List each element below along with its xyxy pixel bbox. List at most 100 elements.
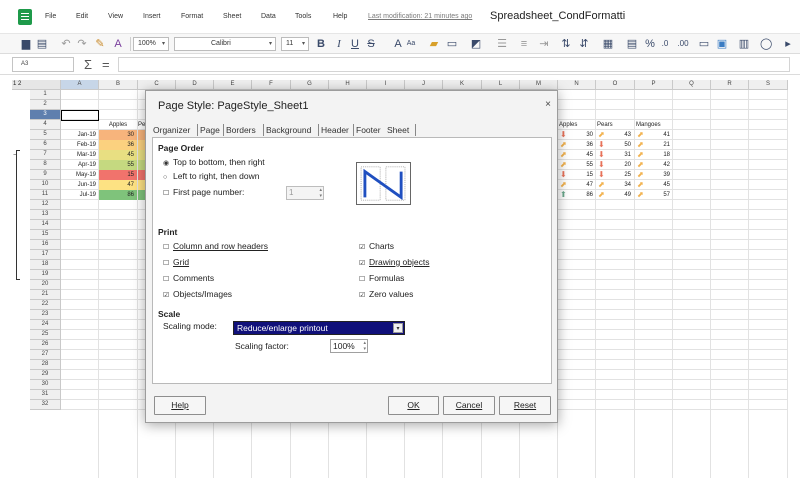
- cell-month[interactable]: May-19: [61, 170, 99, 180]
- menu-insert[interactable]: Insert: [143, 13, 161, 20]
- italic-icon[interactable]: I: [334, 37, 344, 51]
- column-header-s[interactable]: S: [749, 80, 788, 90]
- row-header-6[interactable]: 6: [30, 140, 61, 150]
- cell-mangoes-value[interactable]: 42: [645, 160, 673, 170]
- formula-input[interactable]: [118, 57, 790, 72]
- cell-apples-value[interactable]: 15: [99, 170, 137, 180]
- currency-icon[interactable]: ▤: [626, 37, 638, 51]
- row-header-3[interactable]: 3: [30, 110, 61, 120]
- help-button[interactable]: Help: [154, 396, 206, 415]
- image-icon[interactable]: ▣: [716, 37, 728, 51]
- column-header-p[interactable]: P: [635, 80, 673, 90]
- row-header-29[interactable]: 29: [30, 370, 61, 380]
- column-row-headers-checkbox[interactable]: ☐ Column and row headers: [163, 241, 268, 251]
- column-header-m[interactable]: M: [520, 80, 558, 90]
- cell-apples-value[interactable]: 15: [568, 170, 596, 180]
- cell-pears-value[interactable]: 25: [606, 170, 634, 180]
- column-header-g[interactable]: G: [291, 80, 329, 90]
- column-header-c[interactable]: C: [138, 80, 176, 90]
- column-header-j[interactable]: J: [405, 80, 443, 90]
- cell-apples-value[interactable]: 86: [568, 190, 596, 200]
- cell-apples-value[interactable]: 47: [568, 180, 596, 190]
- menu-file[interactable]: File: [45, 13, 56, 20]
- cell-pears-value[interactable]: 43: [606, 130, 634, 140]
- underline-icon[interactable]: U: [350, 37, 360, 51]
- add-decimal-icon[interactable]: .0: [658, 37, 672, 51]
- strikethrough-icon[interactable]: S: [366, 37, 376, 51]
- outline-level-buttons[interactable]: 1 2: [12, 80, 61, 90]
- first-page-number-checkbox[interactable]: ☐ First page number:: [163, 187, 244, 197]
- name-box[interactable]: A3: [12, 57, 74, 72]
- row-header-9[interactable]: 9: [30, 170, 61, 180]
- collapse-group-icon[interactable]: −: [13, 152, 17, 159]
- row-header-8[interactable]: 8: [30, 160, 61, 170]
- cell-month[interactable]: Apr-19: [61, 160, 99, 170]
- cell-month[interactable]: Feb-19: [61, 140, 99, 150]
- scaling-mode-select[interactable]: Reduce/enlarge printout ▾: [233, 321, 405, 335]
- column-header-k[interactable]: K: [443, 80, 482, 90]
- row-header-2[interactable]: 2: [30, 100, 61, 110]
- row-header-17[interactable]: 17: [30, 250, 61, 260]
- tab-background[interactable]: Background: [266, 123, 311, 137]
- cell-apples-value[interactable]: 36: [99, 140, 137, 150]
- row-header-14[interactable]: 14: [30, 220, 61, 230]
- bold-icon[interactable]: B: [316, 37, 326, 51]
- percent-icon[interactable]: %: [644, 37, 656, 51]
- reset-button[interactable]: Reset: [499, 396, 551, 415]
- print-icon[interactable]: ▤: [36, 37, 48, 51]
- clear-formatting-icon[interactable]: A: [112, 37, 124, 51]
- cell-mangoes-value[interactable]: 57: [645, 190, 673, 200]
- cell-month[interactable]: Jan-19: [61, 130, 99, 140]
- highlight-icon[interactable]: ▰: [428, 37, 440, 51]
- scaling-factor-spin[interactable]: 100% ▴ ▾: [330, 339, 368, 353]
- cell-apples-value[interactable]: 45: [99, 150, 137, 160]
- text-case-icon[interactable]: Aa: [404, 37, 418, 51]
- row-header-22[interactable]: 22: [30, 300, 61, 310]
- row-header-24[interactable]: 24: [30, 320, 61, 330]
- calc-logo-icon[interactable]: [18, 9, 32, 25]
- wrap-icon[interactable]: ⇥: [538, 37, 550, 51]
- cell-apples-value[interactable]: 45: [568, 150, 596, 160]
- last-modification-link[interactable]: Last modification: 21 minutes ago: [368, 13, 472, 20]
- tab-page[interactable]: Page: [200, 123, 220, 137]
- row-header-19[interactable]: 19: [30, 270, 61, 280]
- row-header-23[interactable]: 23: [30, 310, 61, 320]
- cell-apples-value[interactable]: 86: [99, 190, 137, 200]
- row-header-16[interactable]: 16: [30, 240, 61, 250]
- row-header-30[interactable]: 30: [30, 380, 61, 390]
- cell-mangoes-value[interactable]: 39: [645, 170, 673, 180]
- drawing-objects-checkbox[interactable]: ☑ Drawing objects: [359, 257, 429, 267]
- column-header-i[interactable]: I: [367, 80, 405, 90]
- column-header-d[interactable]: D: [176, 80, 214, 90]
- row-header-18[interactable]: 18: [30, 260, 61, 270]
- font-size-select[interactable]: 11 ▾: [281, 37, 309, 51]
- active-cell-cursor[interactable]: [61, 110, 99, 121]
- formulas-checkbox[interactable]: ☐ Formulas: [359, 273, 404, 283]
- column-header-r[interactable]: R: [711, 80, 749, 90]
- row-header-12[interactable]: 12: [30, 200, 61, 210]
- cell-mangoes-value[interactable]: 18: [645, 150, 673, 160]
- menu-view[interactable]: View: [108, 13, 123, 20]
- row-header-10[interactable]: 10: [30, 180, 61, 190]
- tab-header[interactable]: Header: [321, 123, 349, 137]
- cell-header-mangoes[interactable]: Mangoes: [636, 120, 672, 130]
- column-header-q[interactable]: Q: [673, 80, 711, 90]
- menu-help[interactable]: Help: [333, 13, 347, 20]
- menu-tools[interactable]: Tools: [295, 13, 311, 20]
- merge-cells-icon[interactable]: ☰: [496, 37, 508, 51]
- tab-sheet[interactable]: Sheet: [387, 123, 409, 137]
- menu-sheet[interactable]: Sheet: [223, 13, 241, 20]
- sort-descending-icon[interactable]: ⇵: [578, 37, 590, 51]
- cell-header-apples[interactable]: Apples: [99, 120, 137, 130]
- column-header-l[interactable]: L: [482, 80, 520, 90]
- redo-icon[interactable]: ↷: [76, 37, 88, 51]
- left-to-right-radio[interactable]: ○ Left to right, then down: [163, 171, 259, 181]
- cell-month[interactable]: Jun-19: [61, 180, 99, 190]
- first-page-number-spin[interactable]: 1 ▴ ▾: [286, 186, 324, 200]
- row-header-5[interactable]: 5: [30, 130, 61, 140]
- row-header-27[interactable]: 27: [30, 350, 61, 360]
- zero-values-checkbox[interactable]: ☑ Zero values: [359, 289, 413, 299]
- shapes-icon[interactable]: ◯: [760, 37, 772, 51]
- menu-edit[interactable]: Edit: [76, 13, 88, 20]
- border-style-icon[interactable]: ◩: [470, 37, 482, 51]
